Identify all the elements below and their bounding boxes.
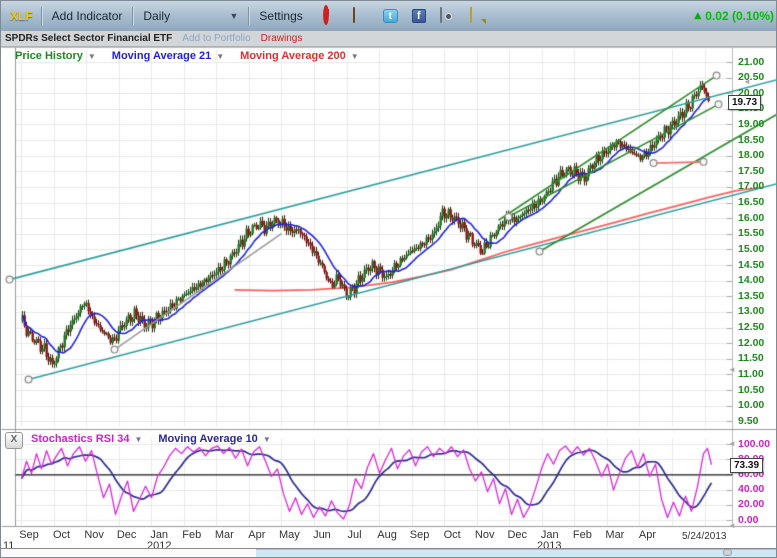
subheader: SPDRs Select Sector Financial ETF Add to… xyxy=(1,31,776,47)
price-tick-label: 10.00 xyxy=(738,399,777,411)
indicator-chip-ma10[interactable]: Moving Average 10 ▼ xyxy=(158,433,270,445)
chevron-down-icon: ▼ xyxy=(134,435,142,444)
twitter-icon[interactable]: t xyxy=(383,9,398,23)
price-tick-label: 13.50 xyxy=(738,290,777,302)
price-tick-label: 21.00 xyxy=(738,56,777,68)
stoch-tick-label: 40.00 xyxy=(738,483,777,495)
last-date-label: 5/24/2013 xyxy=(682,531,727,542)
month-tick-label: Nov xyxy=(468,529,502,541)
chevron-down-icon: ▼ xyxy=(263,435,271,444)
charting-app-window: XLF Add Indicator Daily ▼ Settings t f ▲… xyxy=(0,0,777,558)
add-indicator-button[interactable]: Add Indicator xyxy=(42,9,133,23)
price-tick-label: 19.00 xyxy=(738,118,777,130)
chevron-down-icon: ▼ xyxy=(88,52,96,61)
price-chart-canvas[interactable] xyxy=(1,47,777,558)
month-tick-label: Feb xyxy=(565,529,599,541)
price-tick-label: 16.00 xyxy=(738,212,777,224)
month-tick-label: Dec xyxy=(500,529,534,541)
close-stoch-panel-button[interactable]: X xyxy=(5,432,23,449)
month-tick-label: Sep xyxy=(403,529,437,541)
up-arrow-icon: ▲ xyxy=(692,10,703,22)
price-tick-label: 18.00 xyxy=(738,149,777,161)
toolbar-icons: t f xyxy=(323,8,486,24)
indicator-chip-price-history[interactable]: Price History ▼ xyxy=(15,50,96,62)
journal-ledger-icon[interactable] xyxy=(353,8,369,24)
price-tick-label: 12.50 xyxy=(738,321,777,333)
snapshot-camera-icon[interactable] xyxy=(440,8,456,24)
price-tick-label: 17.50 xyxy=(738,165,777,177)
stoch-value-box: 73.39 xyxy=(730,458,763,473)
price-tick-label: 9.50 xyxy=(738,415,777,427)
price-tick-label: 12.00 xyxy=(738,337,777,349)
settings-button[interactable]: Settings xyxy=(249,9,312,23)
chevron-down-icon: ▼ xyxy=(351,52,359,61)
horizontal-scrollbar-thumb[interactable] xyxy=(256,549,777,557)
indicator-label: Price History xyxy=(15,50,83,62)
change-value: 0.02 (0.10%) xyxy=(705,9,774,23)
drawings-link[interactable]: Drawings xyxy=(261,33,303,44)
price-tick-label: 15.00 xyxy=(738,243,777,255)
indicator-label: Moving Average 200 xyxy=(240,50,346,62)
price-tick-label: 15.50 xyxy=(738,227,777,239)
indicator-chip-stoch-rsi[interactable]: Stochastics RSI 34 ▼ xyxy=(31,433,142,445)
interval-value: Daily xyxy=(143,9,170,23)
add-to-portfolio-link[interactable]: Add to Portfolio xyxy=(182,33,250,44)
month-tick-label: Sep xyxy=(12,529,46,541)
indicator-label: Moving Average 10 xyxy=(158,433,257,445)
symbol-label[interactable]: XLF xyxy=(1,9,41,23)
facebook-icon[interactable]: f xyxy=(412,9,426,23)
price-tick-label: 14.50 xyxy=(738,259,777,271)
indicator-chip-ma200[interactable]: Moving Average 200 ▼ xyxy=(240,50,358,62)
month-tick-label: Jun xyxy=(305,529,339,541)
month-tick-label: Oct xyxy=(45,529,79,541)
price-tick-label: 17.00 xyxy=(738,180,777,192)
month-tick-label: Jul xyxy=(338,529,372,541)
scroll-left-icon[interactable]: ◄ xyxy=(743,77,751,86)
alerts-alarm-icon[interactable] xyxy=(323,8,339,24)
stoch-tick-label: 20.00 xyxy=(738,498,777,510)
price-tick-label: 10.50 xyxy=(738,384,777,396)
toolbar: XLF Add Indicator Daily ▼ Settings t f ▲… xyxy=(1,1,776,31)
price-tick-label: 16.50 xyxy=(738,196,777,208)
month-tick-label: Mar xyxy=(207,529,241,541)
last-price-box: 19.73 xyxy=(728,95,761,110)
notes-sticky-icon[interactable] xyxy=(470,8,486,24)
scrollbar-handle[interactable] xyxy=(723,549,732,556)
stoch-tick-label: 100.00 xyxy=(738,438,777,450)
price-tick-label: 18.50 xyxy=(738,134,777,146)
month-tick-label: Oct xyxy=(435,529,469,541)
chevron-down-icon: ▼ xyxy=(229,11,238,21)
scroll-left-icon[interactable]: ◄ xyxy=(728,439,736,448)
price-tick-label: 11.00 xyxy=(738,368,777,380)
price-tick-label: 11.50 xyxy=(738,352,777,364)
price-tick-label: 13.00 xyxy=(738,305,777,317)
month-tick-label: Nov xyxy=(77,529,111,541)
month-tick-label: Apr xyxy=(240,529,274,541)
scroll-left-icon[interactable]: ◄ xyxy=(728,521,736,530)
interval-dropdown[interactable]: Daily ▼ xyxy=(133,9,248,23)
month-tick-label: Aug xyxy=(370,529,404,541)
indicator-label: Moving Average 21 xyxy=(112,50,211,62)
scroll-left-icon[interactable]: ◄ xyxy=(728,365,736,374)
month-tick-label: Apr xyxy=(630,529,664,541)
stoch-indicator-row: Stochastics RSI 34 ▼ Moving Average 10 ▼ xyxy=(31,433,271,445)
chevron-down-icon: ▼ xyxy=(216,52,224,61)
month-tick-label: May xyxy=(272,529,306,541)
month-tick-label: Mar xyxy=(598,529,632,541)
price-tick-label: 14.00 xyxy=(738,274,777,286)
main-indicator-row: Price History ▼ Moving Average 21 ▼ Movi… xyxy=(15,50,359,62)
month-tick-label: Dec xyxy=(110,529,144,541)
indicator-label: Stochastics RSI 34 xyxy=(31,433,129,445)
price-change-indicator: ▲ 0.02 (0.10%) xyxy=(692,9,774,23)
security-name: SPDRs Select Sector Financial ETF xyxy=(5,33,172,44)
indicator-chip-ma21[interactable]: Moving Average 21 ▼ xyxy=(112,50,224,62)
month-tick-label: Feb xyxy=(175,529,209,541)
stoch-tick-label: 0.00 xyxy=(738,514,777,526)
